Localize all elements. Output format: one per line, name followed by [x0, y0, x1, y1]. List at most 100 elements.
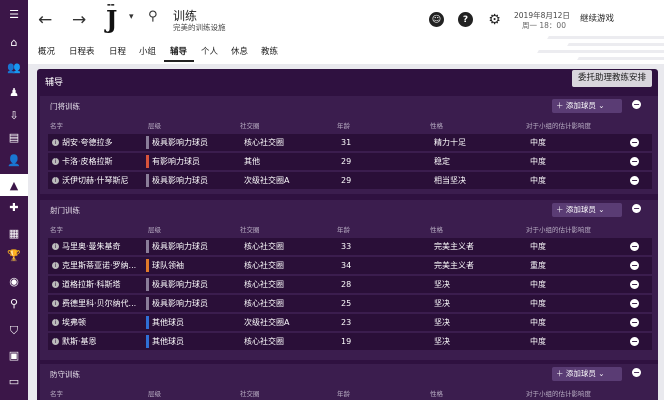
tab-overview[interactable]: 概况 — [38, 45, 55, 57]
tab-schedule[interactable]: 日程 — [109, 45, 126, 57]
add-player-button[interactable]: ＋ 添加球员 ⌄ — [552, 203, 622, 217]
table-row[interactable]: i 马里奥·曼朱基奇 极具影响力球员 核心社交圈 33 完美主义者 中度 − — [48, 238, 652, 255]
calendar-icon[interactable]: ▦ — [5, 224, 23, 242]
player-circle: 其他 — [244, 157, 260, 166]
settings-icon[interactable]: ⚙ — [487, 12, 502, 28]
col-header-level[interactable]: 层级 — [148, 120, 161, 130]
col-header-name[interactable]: 名字 — [50, 224, 63, 234]
chevron-down-icon[interactable]: ▾ — [129, 12, 134, 22]
player-name[interactable]: 费德里科·贝尔纳代... — [62, 295, 136, 312]
col-header-personality[interactable]: 性格 — [430, 120, 443, 130]
home-icon[interactable]: ⌂ — [5, 33, 23, 51]
col-header-personality[interactable]: 性格 — [430, 388, 443, 398]
col-header-age[interactable]: 年龄 — [337, 224, 350, 234]
tab-rest[interactable]: 休息 — [231, 45, 248, 57]
remove-player-icon[interactable]: − — [630, 138, 639, 147]
remove-player-icon[interactable]: − — [630, 280, 639, 289]
reports-icon[interactable]: ⇩ — [5, 106, 23, 124]
collapse-group-icon[interactable]: − — [632, 100, 641, 109]
table-row[interactable]: i 费德里科·贝尔纳代... 极具影响力球员 核心社交圈 25 坚决 中度 − — [48, 295, 652, 312]
player-name[interactable]: 马里奥·曼朱基奇 — [62, 238, 121, 255]
col-header-impact[interactable]: 对于小组的估计影响度 — [526, 388, 591, 398]
finance-icon[interactable]: ▣ — [5, 346, 23, 364]
col-header-circle[interactable]: 社交圈 — [240, 120, 260, 130]
table-row[interactable]: i 埃弗顿 其他球员 次级社交圈A 23 坚决 中度 − — [48, 314, 652, 331]
col-header-level[interactable]: 层级 — [148, 388, 161, 398]
player-personality: 精力十足 — [434, 138, 466, 147]
tab-individual[interactable]: 个人 — [201, 45, 218, 57]
player-name[interactable]: 胡安·夸德拉多 — [62, 134, 113, 151]
remove-player-icon[interactable]: − — [630, 318, 639, 327]
info-icon[interactable]: i — [52, 319, 59, 326]
col-header-level[interactable]: 层级 — [148, 224, 161, 234]
remove-player-icon[interactable]: − — [630, 242, 639, 251]
col-header-personality[interactable]: 性格 — [430, 224, 443, 234]
col-header-impact[interactable]: 对于小组的估计影响度 — [526, 224, 591, 234]
remove-player-icon[interactable]: − — [630, 337, 639, 346]
add-player-button[interactable]: ＋ 添加球员 ⌄ — [552, 367, 622, 381]
player-name[interactable]: 道格拉斯·科斯塔 — [62, 276, 121, 293]
player-circle: 次级社交圈A — [244, 318, 290, 327]
trophy-icon[interactable]: 🏆 — [5, 246, 23, 264]
remove-player-icon[interactable]: − — [630, 261, 639, 270]
tab-schedule-table[interactable]: 日程表 — [69, 45, 95, 57]
club-icon[interactable]: ⛉ — [5, 322, 23, 340]
club-crest-icon[interactable]: J — [106, 6, 122, 34]
mentoring-group: 射门训练 ＋ 添加球员 ⌄ − 名字 层级 社交圈 年龄 性格 对于小组的估计影… — [40, 200, 658, 360]
info-icon[interactable]: i — [52, 158, 59, 165]
player-name[interactable]: 埃弗顿 — [62, 314, 86, 331]
col-header-impact[interactable]: 对于小组的估计影响度 — [526, 120, 591, 130]
training-icon[interactable]: ▲ — [0, 174, 28, 196]
info-icon[interactable]: i — [52, 338, 59, 345]
dynamics-icon[interactable]: ♟ — [5, 83, 23, 101]
col-header-circle[interactable]: 社交圈 — [240, 224, 260, 234]
remove-player-icon[interactable]: − — [630, 176, 639, 185]
info-icon[interactable]: i — [52, 177, 59, 184]
tab-coaches[interactable]: 教练 — [261, 45, 278, 57]
player-name[interactable]: 卡洛·皮格拉斯 — [62, 153, 113, 170]
staff-icon[interactable]: 👤 — [5, 151, 23, 169]
remove-player-icon[interactable]: − — [630, 157, 639, 166]
forward-arrow-icon[interactable]: → — [72, 10, 86, 30]
delegate-button[interactable]: 委托助理教练安排 — [571, 70, 652, 87]
col-header-circle[interactable]: 社交圈 — [240, 388, 260, 398]
player-age: 19 — [341, 337, 352, 346]
info-icon[interactable]: i — [52, 281, 59, 288]
info-icon[interactable]: i — [52, 262, 59, 269]
info-icon[interactable]: i — [52, 243, 59, 250]
col-header-name[interactable]: 名字 — [50, 388, 63, 398]
info-icon[interactable]: i — [52, 139, 59, 146]
money-icon[interactable]: ▭ — [5, 372, 23, 390]
col-header-age[interactable]: 年龄 — [337, 120, 350, 130]
table-row[interactable]: i 默斯·基恩 其他球员 核心社交圈 19 坚决 中度 − — [48, 333, 652, 350]
player-name[interactable]: 默斯·基恩 — [62, 333, 97, 350]
menu-icon[interactable]: ☰ — [5, 5, 23, 23]
clipboard-icon[interactable]: ▤ — [5, 128, 23, 146]
col-header-name[interactable]: 名字 — [50, 120, 63, 130]
search-icon[interactable]: ⚲ — [148, 9, 158, 24]
tab-units[interactable]: 小组 — [139, 45, 156, 57]
info-icon[interactable]: i — [52, 300, 59, 307]
help-icon[interactable]: ? — [458, 12, 473, 27]
player-circle: 核心社交圈 — [244, 261, 284, 270]
scouting-icon[interactable]: ◉ — [5, 272, 23, 290]
table-row[interactable]: i 胡安·夸德拉多 极具影响力球员 核心社交圈 31 精力十足 中度 − — [48, 134, 652, 151]
table-row[interactable]: i 克里斯蒂亚诺·罗纳... 球队领袖 核心社交圈 34 完美主义者 重度 − — [48, 257, 652, 274]
table-row[interactable]: i 沃伊切赫·什琴斯尼 极具影响力球员 次级社交圈A 29 相当坚决 中度 − — [48, 172, 652, 189]
player-name[interactable]: 克里斯蒂亚诺·罗纳... — [62, 257, 136, 274]
table-row[interactable]: i 卡洛·皮格拉斯 有影响力球员 其他 29 稳定 中度 − — [48, 153, 652, 170]
medical-icon[interactable]: ✚ — [5, 198, 23, 216]
back-arrow-icon[interactable]: ← — [38, 10, 52, 30]
continue-button[interactable]: 继续游戏 — [580, 12, 614, 24]
collapse-group-icon[interactable]: − — [632, 204, 641, 213]
club-vision-icon[interactable]: ☺ — [429, 12, 444, 27]
squad-icon[interactable]: 👥 — [5, 58, 23, 76]
collapse-group-icon[interactable]: − — [632, 368, 641, 377]
remove-player-icon[interactable]: − — [630, 299, 639, 308]
player-name[interactable]: 沃伊切赫·什琴斯尼 — [62, 172, 129, 189]
tab-mentoring[interactable]: 辅导 — [170, 45, 187, 57]
col-header-age[interactable]: 年龄 — [337, 388, 350, 398]
add-player-button[interactable]: ＋ 添加球员 ⌄ — [552, 99, 622, 113]
search-icon[interactable]: ⚲ — [5, 294, 23, 312]
table-row[interactable]: i 道格拉斯·科斯塔 极具影响力球员 核心社交圈 28 坚决 中度 − — [48, 276, 652, 293]
